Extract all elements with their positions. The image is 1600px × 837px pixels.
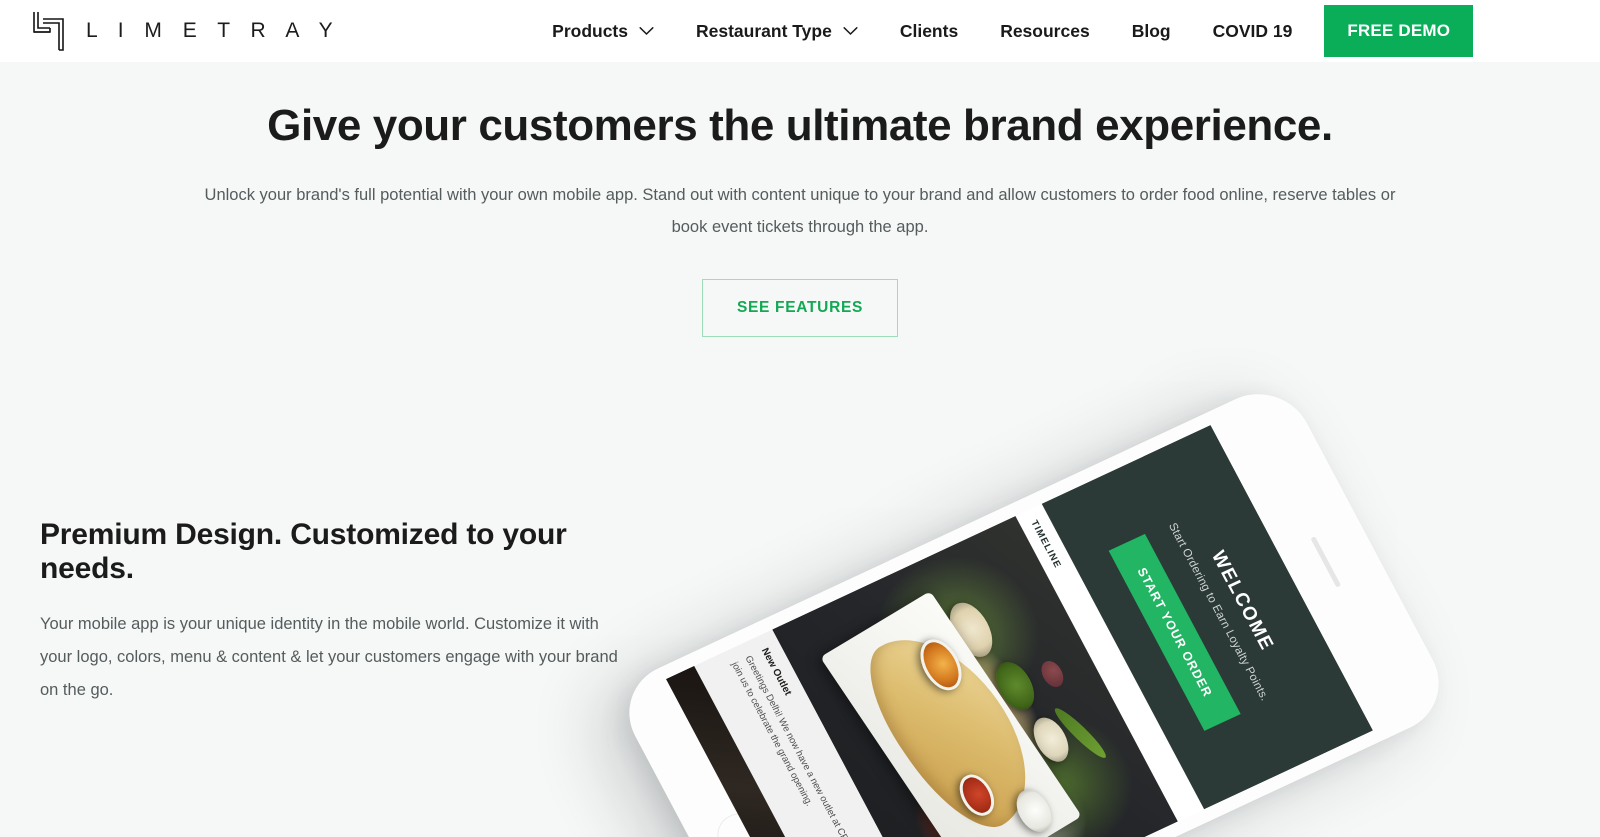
nav-item-label: Blog xyxy=(1131,20,1171,41)
page-root: L I M E T R A Y Products Restaurant Type… xyxy=(0,0,1600,837)
decor-onion xyxy=(1037,657,1068,691)
feature-description: Your mobile app is your unique identity … xyxy=(40,615,618,699)
nav-item-clients[interactable]: Clients xyxy=(900,21,958,42)
feature-title: Premium Design. Customized to your needs… xyxy=(40,518,567,585)
nav-item-label: Clients xyxy=(899,20,959,41)
nav-item-label: Products xyxy=(552,20,628,41)
nav-item-products[interactable]: Products xyxy=(552,21,654,42)
nav-item-label: Restaurant Type xyxy=(696,20,832,41)
phone-speaker-grille xyxy=(1310,536,1342,588)
brand-logo[interactable]: L I M E T R A Y xyxy=(30,10,340,52)
nav-item-covid-19[interactable]: COVID 19 xyxy=(1213,21,1293,42)
chevron-down-icon xyxy=(639,26,654,36)
nav-item-resources[interactable]: Resources xyxy=(1000,21,1090,42)
limetray-logo-icon xyxy=(30,10,70,52)
hero-section: Give your customers the ultimate brand e… xyxy=(0,62,1600,338)
brand-wordmark: L I M E T R A Y xyxy=(86,19,341,42)
phone-mockup-stage: WELCOME Start Ordering to Earn Loyalty P… xyxy=(610,300,1600,837)
top-navigation-bar: L I M E T R A Y Products Restaurant Type… xyxy=(0,0,1600,62)
nav-item-restaurant-type[interactable]: Restaurant Type xyxy=(696,21,858,42)
hero-subtitle: Unlock your brand's full potential with … xyxy=(204,185,1396,236)
phone-device-mockup: WELCOME Start Ordering to Earn Loyalty P… xyxy=(610,377,1458,837)
chevron-down-icon xyxy=(843,26,858,36)
phone-screen: WELCOME Start Ordering to Earn Loyalty P… xyxy=(665,425,1373,837)
nav-item-blog[interactable]: Blog xyxy=(1132,21,1171,42)
nav-links: Products Restaurant Type Clients Resourc… xyxy=(552,5,1474,57)
nav-item-label: COVID 19 xyxy=(1212,20,1293,41)
feature-text-block: Premium Design. Customized to your needs… xyxy=(40,518,660,707)
hero-title: Give your customers the ultimate brand e… xyxy=(267,101,1333,150)
free-demo-button[interactable]: FREE DEMO xyxy=(1324,5,1474,57)
nav-item-label: Resources xyxy=(1000,20,1090,41)
